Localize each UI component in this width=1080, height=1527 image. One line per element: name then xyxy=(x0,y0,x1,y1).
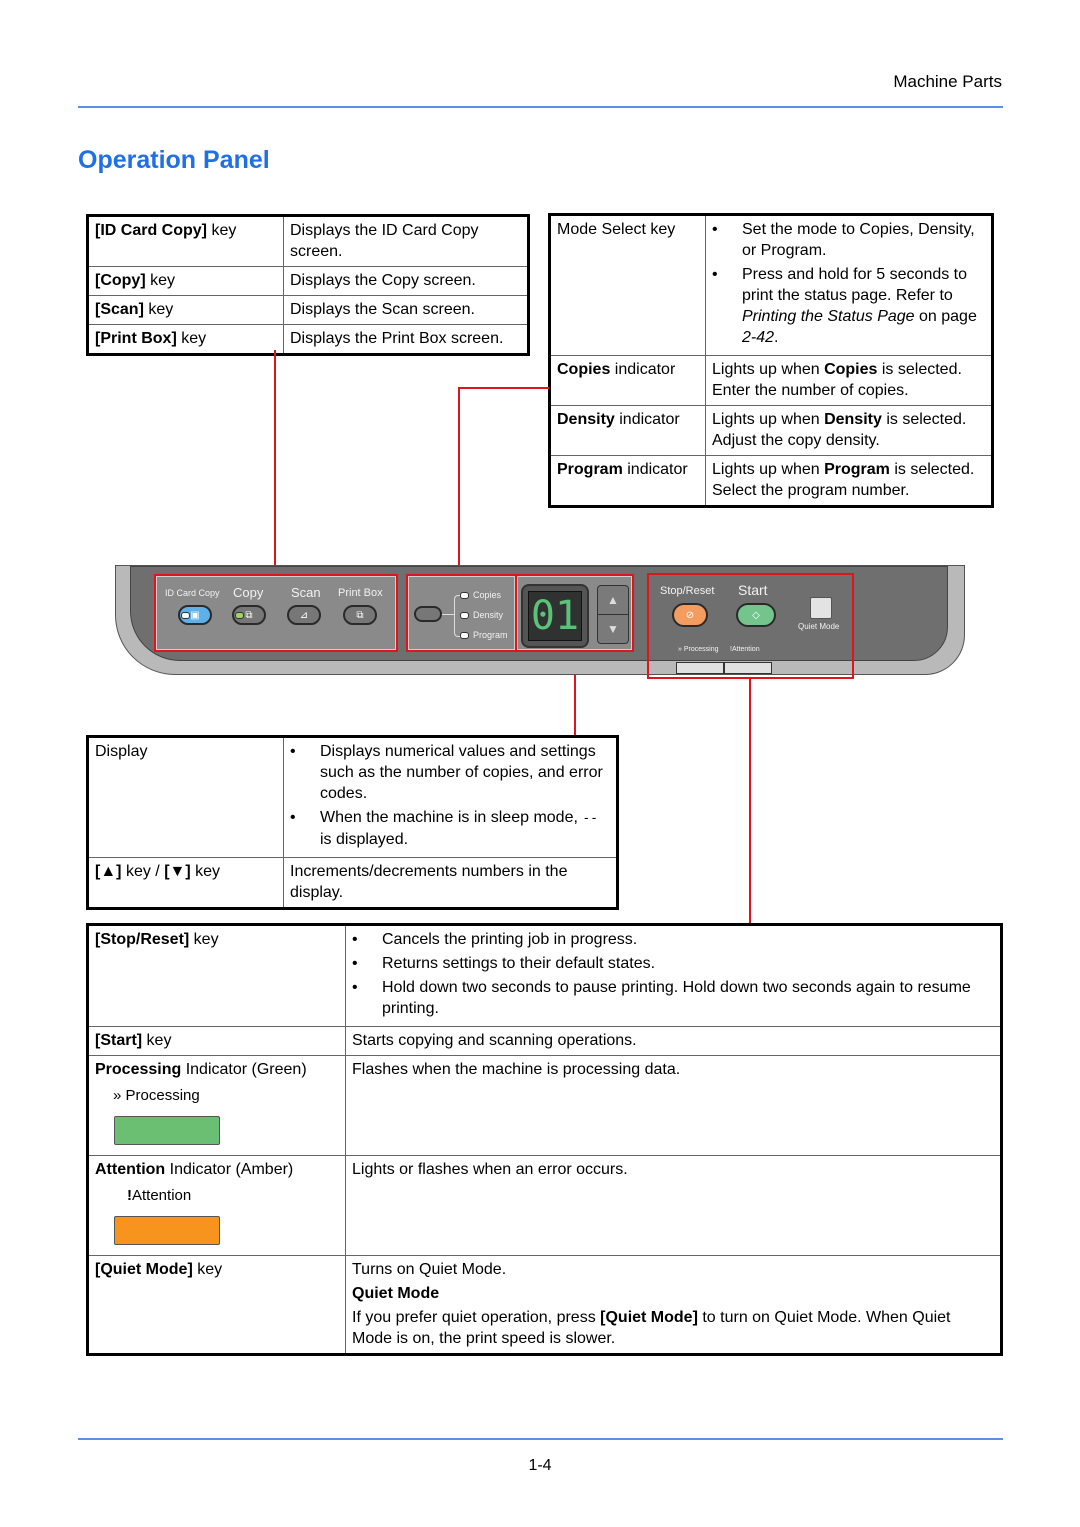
mode-select-table: Mode Select key Set the mode to Copies, … xyxy=(548,213,994,508)
attention-label: !Attention xyxy=(127,1187,192,1204)
key-cell: Density indicator xyxy=(549,405,706,456)
section-header: Machine Parts xyxy=(893,72,1002,91)
desc-cell: Displays the Copy screen. xyxy=(283,266,529,296)
key-cell: Display xyxy=(87,736,284,858)
desc-cell: Displays the Print Box screen. xyxy=(283,324,529,355)
desc-cell: Set the mode to Copies, Density, or Prog… xyxy=(705,214,993,356)
callout-box-display xyxy=(515,574,634,652)
table-row: [▲] key / [▼] key Increments/decrements … xyxy=(87,857,618,909)
key-cell: [Scan] key xyxy=(87,295,284,325)
bullet-item: Cancels the printing job in progress. xyxy=(352,929,994,950)
table-row: Display Displays numerical values and se… xyxy=(87,736,618,858)
key-cell: [▲] key / [▼] key xyxy=(87,857,284,909)
desc-cell: Lights or flashes when an error occurs. xyxy=(345,1155,1002,1256)
desc-cell: Lights up when Copies is selected. Enter… xyxy=(705,355,993,406)
note-title: Quiet Mode xyxy=(352,1285,440,1302)
key-cell: [Quiet Mode] key xyxy=(87,1255,346,1355)
key-cell: [Start] key xyxy=(87,1026,346,1056)
page-title: Operation Panel xyxy=(78,146,270,174)
key-cell: Processing Indicator (Green) » Processin… xyxy=(87,1055,346,1156)
table-row: Processing Indicator (Green) » Processin… xyxy=(87,1055,1002,1156)
key-cell: Attention Indicator (Amber) !Attention xyxy=(87,1155,346,1256)
attention-amber-swatch xyxy=(114,1216,220,1245)
table-row: Program indicator Lights up when Program… xyxy=(549,455,993,507)
table-row: [Stop/Reset] key Cancels the printing jo… xyxy=(87,924,1002,1027)
callout-box-mode-keys xyxy=(154,574,398,652)
processing-chevrons-icon: » xyxy=(113,1087,122,1104)
key-cell: [Copy] key xyxy=(87,266,284,296)
note-body: If you prefer quiet operation, press [Qu… xyxy=(352,1309,951,1347)
callout-line-mode-select-h xyxy=(458,387,549,389)
callout-box-right-keys xyxy=(647,573,854,679)
desc-cell: Displays the ID Card Copy screen. xyxy=(283,215,529,267)
desc-cell: Displays numerical values and settings s… xyxy=(283,736,618,858)
desc-cell: Displays the Scan screen. xyxy=(283,295,529,325)
key-cell: Copies indicator xyxy=(549,355,706,406)
table-row: [Start] key Starts copying and scanning … xyxy=(87,1026,1002,1056)
table-row: [ID Card Copy] key Displays the ID Card … xyxy=(87,215,529,267)
table-row: [Copy] key Displays the Copy screen. xyxy=(87,266,529,296)
key-cell: [Stop/Reset] key xyxy=(87,924,346,1027)
desc-cell: Cancels the printing job in progress. Re… xyxy=(345,924,1002,1027)
page-number: 1-4 xyxy=(528,1457,552,1474)
callout-line-right-keys xyxy=(749,678,751,924)
table-row: Density indicator Lights up when Density… xyxy=(549,405,993,456)
table-row: [Scan] key Displays the Scan screen. xyxy=(87,295,529,325)
key-cell: Program indicator xyxy=(549,455,706,507)
table-row: Attention Indicator (Amber) !Attention L… xyxy=(87,1155,1002,1256)
key-cell: [Print Box] key xyxy=(87,324,284,355)
desc-cell: Turns on Quiet Mode. Quiet Mode If you p… xyxy=(345,1255,1002,1355)
bullet-item: Set the mode to Copies, Density, or Prog… xyxy=(712,219,985,261)
table-row: [Quiet Mode] key Turns on Quiet Mode. Qu… xyxy=(87,1255,1002,1355)
mode-keys-table: [ID Card Copy] key Displays the ID Card … xyxy=(86,214,530,356)
footer-rule xyxy=(78,1438,1003,1440)
key-cell: [ID Card Copy] key xyxy=(87,215,284,267)
bullet-item: Displays numerical values and settings s… xyxy=(290,741,610,804)
callout-line-mode-select xyxy=(458,387,460,574)
bullet-item: Press and hold for 5 seconds to print th… xyxy=(712,264,985,348)
desc-cell: Flashes when the machine is processing d… xyxy=(345,1055,1002,1156)
desc-cell: Increments/decrements numbers in the dis… xyxy=(283,857,618,909)
bullet-item: Hold down two seconds to pause printing.… xyxy=(352,977,994,1019)
callout-box-mode-select xyxy=(406,574,517,652)
processing-label: » Processing xyxy=(113,1087,200,1104)
callout-line-mode-keys xyxy=(274,350,276,574)
key-cell: Mode Select key xyxy=(549,214,706,356)
table-row: Mode Select key Set the mode to Copies, … xyxy=(549,214,993,356)
table-row: [Print Box] key Displays the Print Box s… xyxy=(87,324,529,355)
desc-cell: Lights up when Density is selected. Adju… xyxy=(705,405,993,456)
desc-cell: Starts copying and scanning operations. xyxy=(345,1026,1002,1056)
table-row: Copies indicator Lights up when Copies i… xyxy=(549,355,993,406)
bullet-item: When the machine is in sleep mode, -- is… xyxy=(290,807,610,850)
display-table: Display Displays numerical values and se… xyxy=(86,735,619,910)
processing-green-swatch xyxy=(114,1116,220,1145)
bullet-item: Returns settings to their default states… xyxy=(352,953,994,974)
header-rule xyxy=(78,106,1003,108)
right-keys-table: [Stop/Reset] key Cancels the printing jo… xyxy=(86,923,1003,1356)
desc-cell: Lights up when Program is selected. Sele… xyxy=(705,455,993,507)
